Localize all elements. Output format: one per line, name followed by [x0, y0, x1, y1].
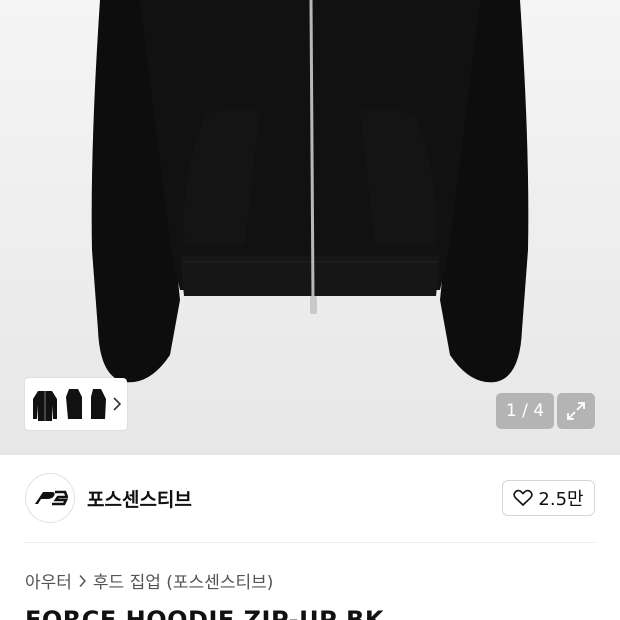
- image-counter: 1 / 4: [496, 393, 554, 429]
- brand-like-button[interactable]: 2.5만: [502, 480, 595, 516]
- breadcrumb-category[interactable]: 아우터: [25, 568, 72, 593]
- section-divider: [25, 542, 595, 543]
- product-title: FORCE HOODIE ZIP-UP BK: [25, 606, 384, 620]
- zipper-pull: [310, 296, 317, 314]
- breadcrumb-subcategory[interactable]: 후드 집업 (포스센스티브): [93, 568, 273, 593]
- thumbnail-hoodie-back: [91, 389, 107, 419]
- expand-image-button[interactable]: [557, 393, 595, 429]
- brand-like-count: 2.5만: [538, 489, 584, 510]
- brand-row: 포스센스티브 2.5만: [25, 472, 595, 524]
- thumbnail-next-button[interactable]: [108, 382, 127, 426]
- brand-logo[interactable]: [25, 473, 75, 523]
- heart-outline-icon: [513, 489, 534, 507]
- hoodie-zipper: [309, 0, 315, 301]
- thumbnail-hoodie-front: [33, 391, 58, 421]
- breadcrumb-separator: [78, 574, 87, 588]
- brand-name[interactable]: 포스센스티브: [87, 485, 192, 512]
- thumbnail-1[interactable]: [31, 382, 60, 426]
- breadcrumb: 아우터 후드 집업 (포스센스티브): [25, 568, 273, 593]
- thumbnail-2[interactable]: [60, 382, 89, 426]
- chevron-right-icon: [113, 397, 122, 411]
- brand-logo-mark: [35, 490, 68, 506]
- expand-icon: [567, 402, 585, 420]
- thumbnail-hoodie-side: [66, 389, 83, 419]
- product-image-gallery[interactable]: 1 / 4: [0, 0, 620, 455]
- thumbnail-3[interactable]: [89, 382, 108, 426]
- thumbnail-strip[interactable]: [25, 378, 127, 430]
- chevron-right-icon: [79, 574, 86, 587]
